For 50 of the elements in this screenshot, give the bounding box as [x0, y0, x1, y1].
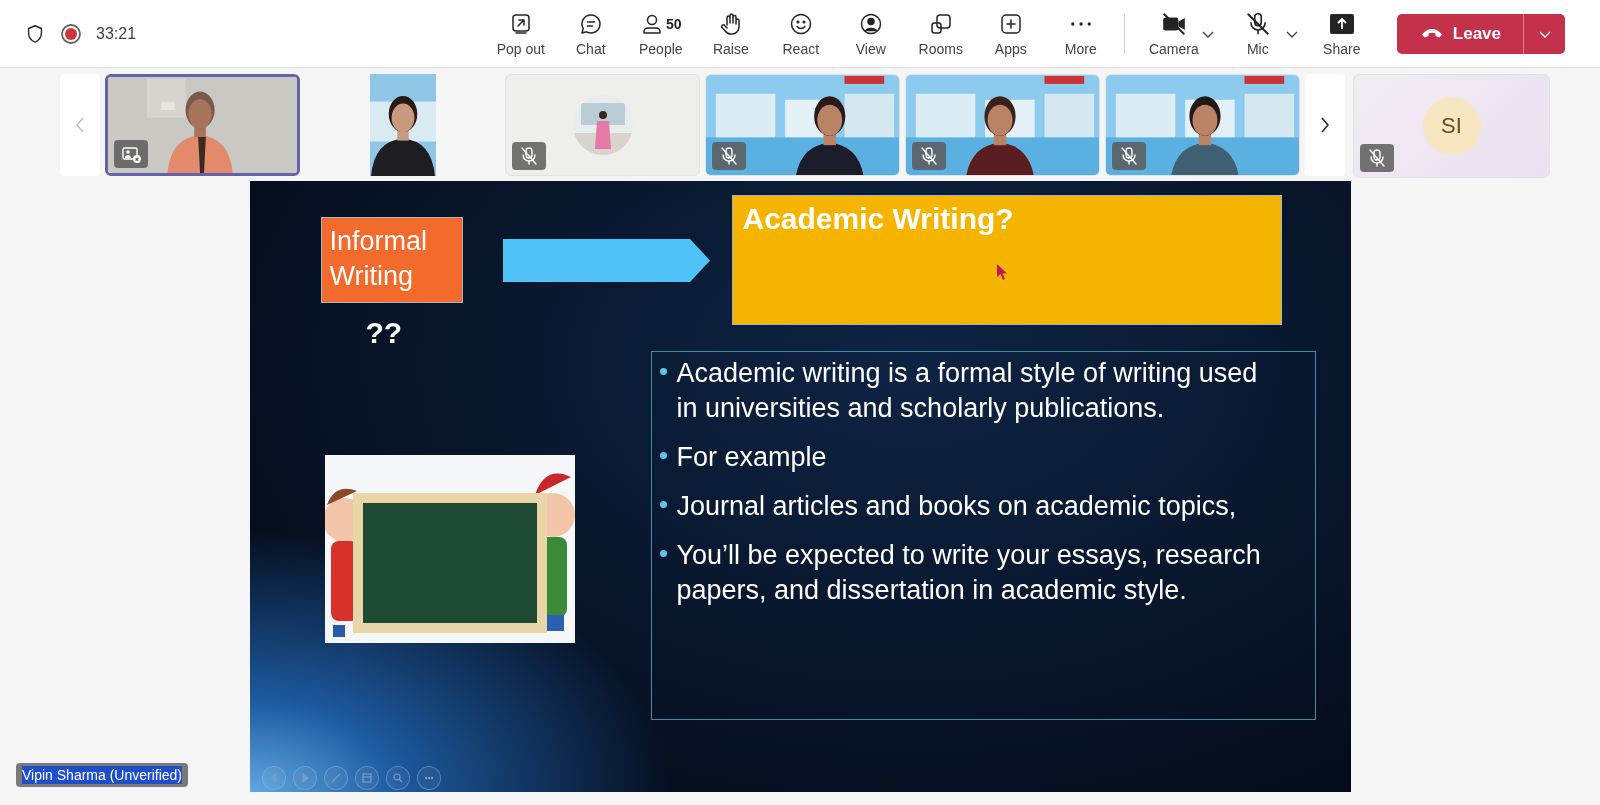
bullet-icon — [659, 501, 667, 509]
toolbar-button[interactable]: Pop out — [485, 3, 556, 64]
toolbar-button[interactable]: View — [835, 3, 906, 64]
toolbar-button[interactable]: Chat — [555, 3, 626, 64]
mouse-pointer-icon — [996, 264, 1007, 280]
bullet-text: Journal articles and books on academic topics, — [676, 490, 1237, 524]
slides-button[interactable] — [354, 766, 379, 790]
person-circle-icon — [858, 11, 883, 36]
leave-button[interactable]: Leave — [1396, 13, 1523, 54]
bullet-text: For example — [676, 441, 827, 475]
more-button[interactable] — [416, 766, 441, 790]
phone-icon — [1420, 27, 1443, 40]
bullet-icon — [659, 550, 667, 558]
bullet-text: Academic writing is a formal style of writing used in universities and scholarly publications. — [676, 357, 1259, 426]
chevron-left-icon — [75, 116, 85, 134]
toolbar-button[interactable]: Apps — [975, 3, 1046, 64]
toolbar-button[interactable]: Raise — [695, 3, 766, 64]
toolbar-button[interactable]: Rooms — [905, 3, 976, 64]
toolbar-button[interactable]: More — [1045, 3, 1116, 64]
meeting-timer: 33:21 — [96, 24, 137, 43]
share-button[interactable]: Share — [1306, 3, 1377, 64]
presenter-name: Vipin Sharma (Unverified) — [22, 766, 183, 784]
question-marks: ?? — [365, 316, 403, 350]
search-button[interactable] — [385, 766, 410, 790]
pen-button[interactable] — [323, 766, 348, 790]
bullet-icon — [659, 452, 667, 460]
search-icon — [391, 772, 404, 784]
share-upload-icon — [1328, 12, 1355, 35]
chevron-right-icon — [1320, 116, 1330, 134]
pen-icon — [329, 772, 342, 784]
toolbar-button[interactable]: Camera — [1138, 3, 1209, 64]
chat-bubble-icon — [578, 11, 603, 36]
video-tile[interactable]: SI — [1353, 74, 1550, 178]
toolbar-button[interactable]: Mic — [1222, 3, 1293, 64]
plus-square-icon — [998, 11, 1023, 36]
more-icon — [1070, 21, 1091, 26]
informal-writing-box: Informal Writing — [320, 217, 463, 303]
toolbar-button[interactable]: 50 People — [625, 3, 696, 64]
avatar-initials: SI — [1422, 97, 1481, 155]
smiley-icon — [788, 11, 813, 36]
previous-button[interactable] — [261, 766, 286, 790]
squares-icon — [928, 11, 953, 36]
leave-dropdown-button[interactable] — [1523, 13, 1565, 54]
toolbar-button[interactable]: React — [765, 3, 836, 64]
next-button[interactable] — [292, 766, 317, 790]
bullet-icon — [659, 368, 667, 375]
hand-icon — [718, 11, 743, 36]
bullet-text: You’ll be expected to write your essays, research papers, and dissertation in academic style. — [676, 539, 1262, 608]
slide-title: Academic Writing? — [731, 195, 1282, 325]
slides-icon — [360, 772, 373, 784]
